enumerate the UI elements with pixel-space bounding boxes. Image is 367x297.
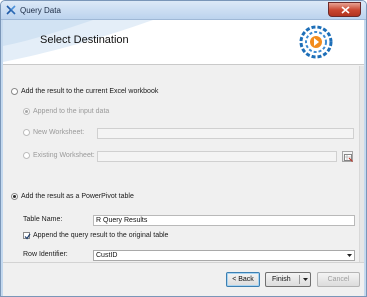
back-button[interactable]: < Back xyxy=(226,272,260,287)
powerpivot-label: Add the result as a PowerPivot table xyxy=(21,193,134,200)
new-worksheet-input[interactable] xyxy=(97,128,354,139)
new-worksheet-option[interactable]: New Worksheet: xyxy=(23,129,84,136)
finish-button[interactable]: Finish xyxy=(265,272,311,287)
row-identifier-row: Row Identifier: xyxy=(23,251,68,258)
existing-worksheet-radio[interactable] xyxy=(23,152,30,159)
existing-worksheet-label: Existing Worksheet: xyxy=(33,152,95,159)
append-input-label: Append to the input data xyxy=(33,108,110,115)
close-icon xyxy=(341,6,350,14)
revolution-logo xyxy=(299,25,333,59)
row-identifier-value: CustID xyxy=(96,252,118,259)
new-worksheet-label: New Worksheet: xyxy=(33,129,85,136)
excel-workbook-option[interactable]: Add the result to the current Excel work… xyxy=(11,88,158,95)
content-area: Add the result to the current Excel work… xyxy=(3,66,359,262)
wizard-header: Select Destination xyxy=(3,20,364,65)
row-identifier-select[interactable]: CustID xyxy=(93,250,355,261)
browse-range-button[interactable] xyxy=(342,151,353,162)
excel-workbook-radio[interactable] xyxy=(11,88,18,95)
wizard-footer: < Back Finish Cancel xyxy=(3,262,364,296)
new-worksheet-radio[interactable] xyxy=(23,129,30,136)
append-input-option[interactable]: Append to the input data xyxy=(23,108,109,115)
append-query-option[interactable]: Append the query result to the original … xyxy=(23,232,169,240)
excel-workbook-label: Add the result to the current Excel work… xyxy=(21,88,159,95)
cancel-button-label: Cancel xyxy=(327,276,350,283)
title-bar[interactable]: Query Data xyxy=(1,1,366,20)
append-query-label: Append the query result to the original … xyxy=(33,232,169,239)
page-title: Select Destination xyxy=(40,34,129,46)
query-data-window: Query Data Select Destination Add the re… xyxy=(0,0,367,297)
app-icon xyxy=(6,5,16,15)
row-identifier-label: Row Identifier: xyxy=(23,251,68,258)
chevron-down-icon[interactable] xyxy=(303,278,308,281)
vertical-scrollbar[interactable] xyxy=(359,66,364,262)
table-name-label: Table Name: xyxy=(23,216,63,223)
append-query-checkbox[interactable] xyxy=(23,232,31,240)
append-input-radio[interactable] xyxy=(23,108,30,115)
cancel-button[interactable]: Cancel xyxy=(317,272,360,287)
range-picker-icon xyxy=(344,154,353,162)
checkmark-icon xyxy=(24,233,31,240)
back-button-label: < Back xyxy=(232,276,254,283)
table-name-row: Table Name: xyxy=(23,216,62,223)
window-title: Query Data xyxy=(20,6,61,15)
close-button[interactable] xyxy=(328,2,361,17)
table-name-input[interactable]: R Query Results xyxy=(93,215,355,226)
powerpivot-radio[interactable] xyxy=(11,193,18,200)
existing-worksheet-option[interactable]: Existing Worksheet: xyxy=(23,152,95,159)
split-divider xyxy=(299,275,300,284)
finish-button-label: Finish xyxy=(272,276,291,283)
powerpivot-option[interactable]: Add the result as a PowerPivot table xyxy=(11,193,134,200)
chevron-down-icon xyxy=(347,254,352,257)
dialog-client: Select Destination Add the result to the… xyxy=(3,20,364,296)
existing-worksheet-input[interactable] xyxy=(97,151,337,162)
